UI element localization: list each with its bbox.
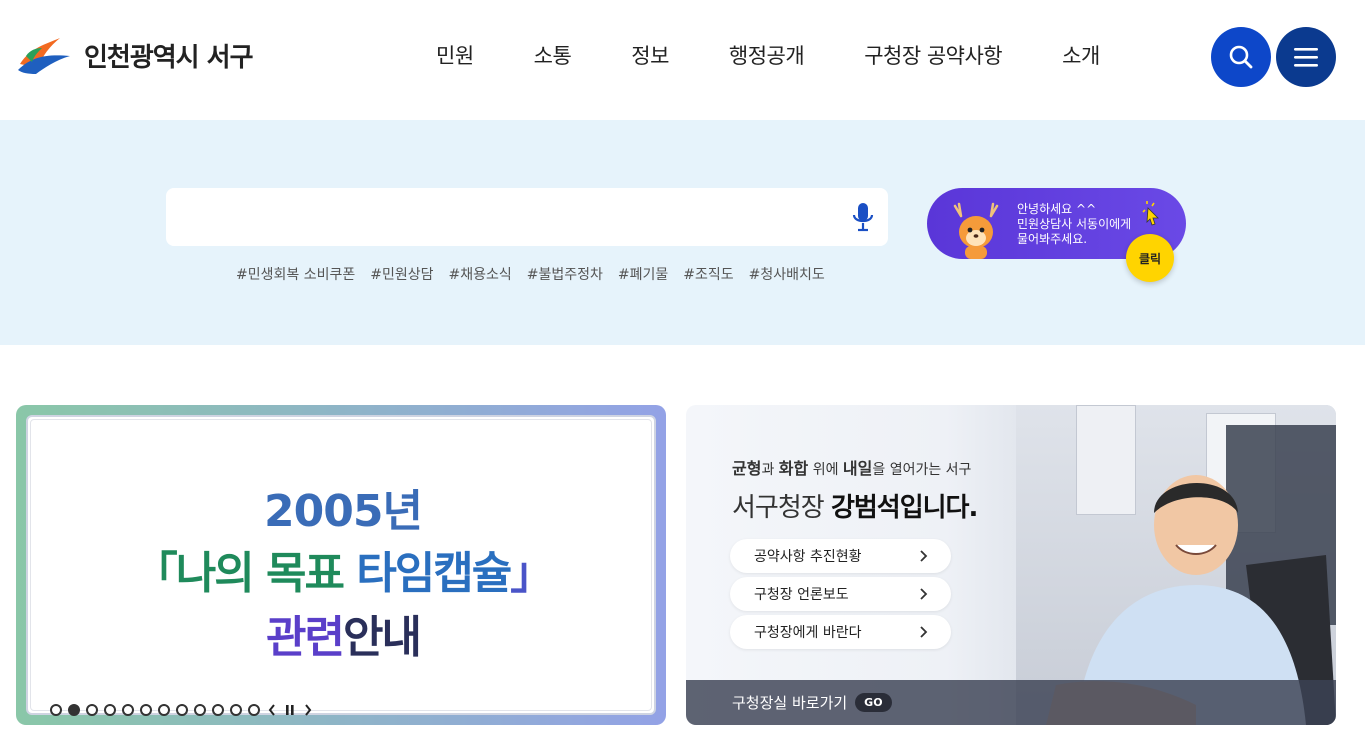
slider-next-button[interactable] <box>302 703 314 717</box>
banner-subheadline: 관련안내 <box>28 601 658 665</box>
nav-item-mayor-pledges[interactable]: 구청장 공약사항 <box>834 40 1032 70</box>
mayor-title: 서구청장 강범석입니다. <box>732 487 979 524</box>
tag-illegal-parking[interactable]: #불법주정차 <box>527 264 603 284</box>
nav-item-about[interactable]: 소개 <box>1032 40 1130 70</box>
slide-dot[interactable] <box>50 704 62 716</box>
chatbot-line-3: 물어봐주세요. <box>1017 232 1088 246</box>
chatbot-line-1: 안녕하세요 ^^ <box>1017 202 1097 216</box>
logo-text: 인천광역시 서구 <box>84 42 253 73</box>
tag-consumption-coupon[interactable]: #민생회복 소비쿠폰 <box>236 264 355 284</box>
headline-part-1: 나의 <box>175 548 267 599</box>
pointer-cursor-icon <box>1142 201 1159 226</box>
link-label: 구청장에게 바란다 <box>754 625 862 641</box>
slide-dot[interactable] <box>104 704 116 716</box>
pause-icon <box>286 705 294 715</box>
link-label: 공약사항 추진현황 <box>754 549 862 565</box>
slider-prev-button[interactable] <box>266 703 278 717</box>
chevron-right-icon <box>920 626 928 638</box>
mayor-title-prefix: 서구청장 <box>732 493 831 523</box>
search-button[interactable] <box>1211 27 1271 87</box>
mayor-press-link[interactable]: 구청장 언론보도 <box>730 577 951 611</box>
tag-waste[interactable]: #폐기물 <box>618 264 668 284</box>
deer-mascot-icon <box>953 202 999 259</box>
slide-dot[interactable] <box>248 704 260 716</box>
popular-search-tags: #민생회복 소비쿠폰 #민원상담 #채용소식 #불법주정차 #폐기물 #조직도 … <box>236 264 825 284</box>
shortcut-label: 구청장실 바로가기 <box>732 694 848 712</box>
nav-item-information[interactable]: 정보 <box>601 40 699 70</box>
search-icon <box>1229 45 1253 69</box>
slogan-word-harmony: 화합 <box>778 459 809 478</box>
search-input[interactable] <box>186 202 826 232</box>
main-banner-slider: 2005년 「나의 목표 타임캡슐」 관련안내 <box>16 405 666 725</box>
nav-item-communication[interactable]: 소통 <box>504 40 602 70</box>
mayor-title-suffix: 입니다. <box>899 493 979 523</box>
tag-org-chart[interactable]: #조직도 <box>683 264 733 284</box>
site-logo[interactable]: 인천광역시 서구 <box>16 34 253 76</box>
headline-part-3: 타임캡슐 <box>356 548 512 599</box>
bracket-open: 「 <box>133 548 178 599</box>
tag-recruitment[interactable]: #채용소식 <box>449 264 512 284</box>
tag-civil-consultation[interactable]: #민원상담 <box>370 264 433 284</box>
chevron-left-icon <box>268 704 275 716</box>
seogu-logo-icon <box>18 38 70 74</box>
slide-dot[interactable] <box>86 704 98 716</box>
slide-dot[interactable] <box>158 704 170 716</box>
slogan-conj-1: 과 <box>761 462 779 478</box>
main-navigation: 민원 소통 정보 행정공개 구청장 공약사항 소개 <box>406 40 1130 70</box>
mayor-office-shortcut[interactable]: 구청장실 바로가기 GO <box>686 680 1336 725</box>
pledge-progress-link[interactable]: 공약사항 추진현황 <box>730 539 951 573</box>
chatbot-line-2: 민원상담사 서동이에게 <box>1017 217 1132 231</box>
chatbot-click-badge[interactable]: 클릭 <box>1126 234 1174 282</box>
banner-year: 2005년 <box>264 486 423 537</box>
slider-pause-button[interactable] <box>284 703 296 717</box>
slide-dot[interactable] <box>176 704 188 716</box>
slide-dot[interactable] <box>212 704 224 716</box>
suggestion-to-mayor-link[interactable]: 구청장에게 바란다 <box>730 615 951 649</box>
microphone-icon[interactable] <box>850 201 876 233</box>
slide-dot[interactable] <box>140 704 152 716</box>
site-header: 인천광역시 서구 민원 소통 정보 행정공개 구청장 공약사항 소개 <box>0 0 1365 120</box>
tag-building-layout[interactable]: #청사배치도 <box>749 264 825 284</box>
subheadline-part-1: 관련 <box>266 612 345 663</box>
chevron-right-icon <box>920 588 928 600</box>
banner-slide[interactable]: 2005년 「나의 목표 타임캡슐」 관련안내 <box>26 415 658 717</box>
slide-dot[interactable] <box>230 704 242 716</box>
slide-dot[interactable] <box>194 704 206 716</box>
slide-dot[interactable] <box>122 704 134 716</box>
chatbot-message: 안녕하세요 ^^ 민원상담사 서동이에게 물어봐주세요. <box>1017 202 1147 247</box>
chevron-right-icon <box>305 704 312 716</box>
nav-item-administrative-disclosure[interactable]: 행정공개 <box>699 40 834 70</box>
mayor-slogan: 균형과 화합 위에 내일을 열어가는 서구 <box>732 455 971 479</box>
subheadline-part-2: 안내 <box>343 612 422 663</box>
mayor-panel: 균형과 화합 위에 내일을 열어가는 서구 서구청장 강범석입니다. 공약사항 … <box>686 405 1336 725</box>
slogan-tail: 을 열어가는 서구 <box>872 462 972 478</box>
bracket-close: 」 <box>510 548 554 599</box>
slider-controls <box>50 703 314 717</box>
search-section: #민생회복 소비쿠폰 #민원상담 #채용소식 #불법주정차 #폐기물 #조직도 … <box>0 120 1365 345</box>
banner-headline: 「나의 목표 타임캡슐」 <box>28 537 658 601</box>
mayor-name: 강범석 <box>830 493 901 523</box>
hamburger-menu-icon <box>1294 48 1318 67</box>
search-box <box>166 188 888 246</box>
slide-dot-active[interactable] <box>68 704 80 716</box>
slogan-conj-2: 위에 <box>808 462 843 478</box>
nav-item-civil-service[interactable]: 민원 <box>406 40 504 70</box>
menu-button[interactable] <box>1276 27 1336 87</box>
link-label: 구청장 언론보도 <box>754 587 849 603</box>
go-badge: GO <box>855 693 892 712</box>
chevron-right-icon <box>920 550 928 562</box>
headline-part-2: 목표 <box>266 548 357 599</box>
slogan-word-balance: 균형 <box>732 459 762 478</box>
slogan-word-tomorrow: 내일 <box>842 459 873 478</box>
